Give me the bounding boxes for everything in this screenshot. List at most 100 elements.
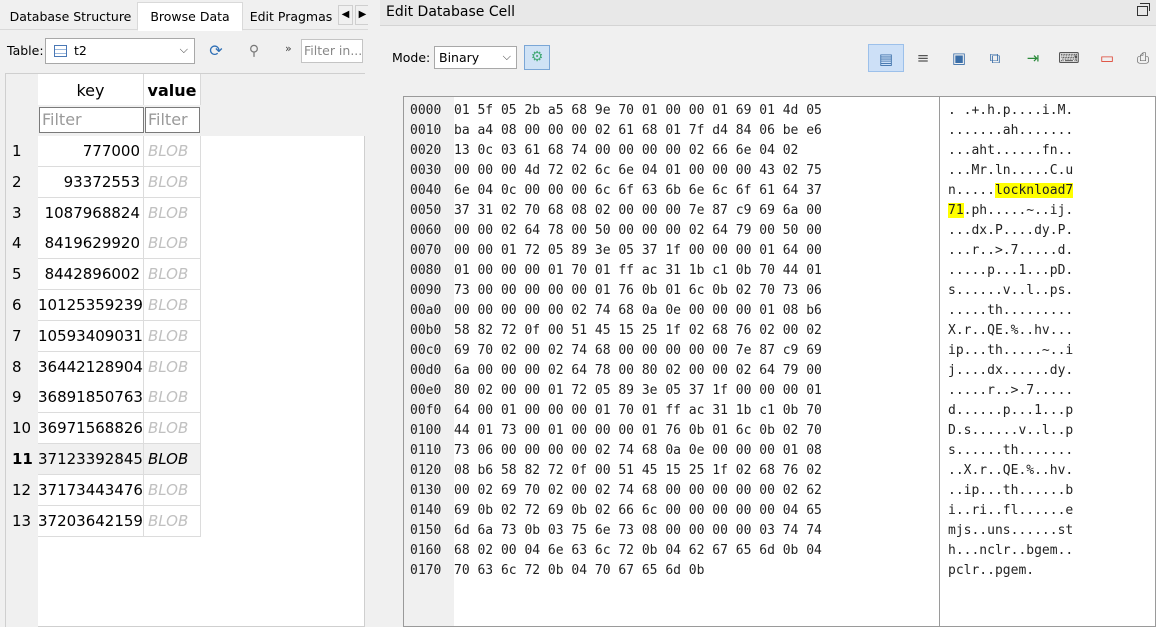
- hex-row[interactable]: 0080 01 00 00 00 01 70 01 ff ac 31 1b c1 …: [410, 261, 934, 281]
- ascii-row[interactable]: i..ri..fl......e: [948, 501, 1073, 521]
- hex-bytes[interactable]: 13 0c 03 61 68 74 00 00 00 00 02 66 6e 0…: [454, 141, 934, 161]
- word-wrap-icon[interactable]: ▤: [868, 44, 904, 72]
- value-cell[interactable]: BLOB: [144, 259, 201, 291]
- hex-row[interactable]: 0040 6e 04 0c 00 00 00 6c 6f 63 6b 6e 6c …: [410, 181, 934, 201]
- hex-row[interactable]: 0010 ba a4 08 00 00 00 02 61 68 01 7f d4 …: [410, 121, 934, 141]
- hex-bytes[interactable]: 08 b6 58 82 72 0f 00 51 45 15 25 1f 02 6…: [454, 461, 934, 481]
- hex-row[interactable]: 0100 44 01 73 00 01 00 00 00 01 76 0b 01 …: [410, 421, 934, 441]
- import-icon[interactable]: ▣: [946, 44, 972, 72]
- table-row[interactable]: 12 37173443476 BLOB: [6, 474, 201, 506]
- key-cell[interactable]: 37203642159: [38, 505, 144, 537]
- row-number[interactable]: 12: [6, 474, 38, 506]
- ascii-row[interactable]: ip...th.....~..i: [948, 341, 1073, 361]
- hex-row[interactable]: 0000 01 5f 05 2b a5 68 9e 70 01 00 00 01 …: [410, 101, 934, 121]
- key-cell[interactable]: 1087968824: [38, 197, 144, 229]
- key-cell[interactable]: 93372553: [38, 166, 144, 198]
- ascii-row[interactable]: .....th.........: [948, 301, 1073, 321]
- pane-splitter[interactable]: [368, 0, 375, 627]
- hex-row[interactable]: 0030 00 00 00 4d 72 02 6c 6e 04 01 00 00 …: [410, 161, 934, 181]
- value-cell[interactable]: BLOB: [144, 320, 201, 352]
- hex-row[interactable]: 0140 69 0b 02 72 69 0b 02 66 6c 00 00 00 …: [410, 501, 934, 521]
- row-number[interactable]: 4: [6, 228, 38, 260]
- table-row[interactable]: 2 93372553 BLOB: [6, 166, 201, 198]
- auto-format-icon[interactable]: ≡: [910, 44, 936, 72]
- hex-bytes[interactable]: 73 00 00 00 00 00 01 76 0b 01 6c 0b 02 7…: [454, 281, 934, 301]
- clear-icon[interactable]: ▭: [1094, 44, 1120, 72]
- hex-bytes[interactable]: 58 82 72 0f 00 51 45 15 25 1f 02 68 76 0…: [454, 321, 934, 341]
- hex-bytes[interactable]: 6d 6a 73 0b 03 75 6e 73 08 00 00 00 00 0…: [454, 521, 934, 541]
- hex-bytes[interactable]: 37 31 02 70 68 08 02 00 00 00 7e 87 c9 6…: [454, 201, 934, 221]
- value-cell[interactable]: BLOB: [144, 444, 201, 475]
- hex-bytes[interactable]: 01 00 00 00 01 70 01 ff ac 31 1b c1 0b 7…: [454, 261, 934, 281]
- key-cell[interactable]: 8442896002: [38, 259, 144, 291]
- value-cell[interactable]: BLOB: [144, 351, 201, 383]
- ascii-row[interactable]: s......th.......: [948, 441, 1073, 461]
- hex-bytes[interactable]: 00 00 02 64 78 00 50 00 00 00 02 64 79 0…: [454, 221, 934, 241]
- table-row[interactable]: 6 10125359239 BLOB: [6, 290, 201, 321]
- tab-edit-pragmas[interactable]: Edit Pragmas: [244, 2, 338, 30]
- hex-row[interactable]: 0170 70 63 6c 72 0b 04 70 67 65 6d 0b: [410, 561, 934, 581]
- key-cell[interactable]: 37173443476: [38, 474, 144, 506]
- ascii-row[interactable]: pclr..pgem.: [948, 561, 1034, 581]
- hex-bytes[interactable]: 64 00 01 00 00 00 01 70 01 ff ac 31 1b c…: [454, 401, 934, 421]
- auto-switch-mode-icon[interactable]: ⚙: [524, 45, 550, 70]
- ascii-row[interactable]: .......ah.......: [948, 121, 1073, 141]
- ascii-row[interactable]: ...dx.P....dy.P.: [948, 221, 1073, 241]
- key-cell[interactable]: 8419629920: [38, 228, 144, 260]
- hex-bytes[interactable]: 00 00 00 00 00 02 74 68 0a 0e 00 00 00 0…: [454, 301, 934, 321]
- row-number[interactable]: 13: [6, 505, 38, 537]
- key-cell[interactable]: 777000: [38, 136, 144, 167]
- row-number[interactable]: 11: [6, 444, 38, 475]
- value-cell[interactable]: BLOB: [144, 290, 201, 321]
- ascii-row[interactable]: s......v..l..ps.: [948, 281, 1073, 301]
- value-cell[interactable]: BLOB: [144, 474, 201, 506]
- hex-row[interactable]: 00e0 80 02 00 00 01 72 05 89 3e 05 37 1f …: [410, 381, 934, 401]
- table-row[interactable]: 10 36971568826 BLOB: [6, 413, 201, 445]
- ascii-row[interactable]: D.s......v..l..p: [948, 421, 1073, 441]
- tab-scroll-left-icon[interactable]: ◀: [338, 5, 353, 25]
- hex-row[interactable]: 00c0 69 70 02 00 02 74 68 00 00 00 00 00 …: [410, 341, 934, 361]
- hex-row[interactable]: 0110 73 06 00 00 00 00 02 74 68 0a 0e 00 …: [410, 441, 934, 461]
- hex-editor[interactable]: 0000 01 5f 05 2b a5 68 9e 70 01 00 00 01 …: [403, 96, 1156, 627]
- hex-row[interactable]: 00b0 58 82 72 0f 00 51 45 15 25 1f 02 68 …: [410, 321, 934, 341]
- ascii-row[interactable]: ...Mr.ln.....C.u: [948, 161, 1073, 181]
- ascii-row[interactable]: ..ip...th......b: [948, 481, 1073, 501]
- key-filter-input[interactable]: Filter: [39, 107, 144, 133]
- key-cell[interactable]: 36971568826: [38, 413, 144, 445]
- key-cell[interactable]: 36442128904: [38, 351, 144, 383]
- hex-row[interactable]: 0050 37 31 02 70 68 08 02 00 00 00 7e 87 …: [410, 201, 934, 221]
- table-row[interactable]: 7 10593409031 BLOB: [6, 320, 201, 352]
- key-cell[interactable]: 10593409031: [38, 320, 144, 352]
- hex-bytes[interactable]: 80 02 00 00 01 72 05 89 3e 05 37 1f 00 0…: [454, 381, 934, 401]
- row-number[interactable]: 9: [6, 382, 38, 414]
- mode-selector[interactable]: Binary ⌵: [434, 46, 517, 69]
- row-number[interactable]: 6: [6, 290, 38, 321]
- value-cell[interactable]: BLOB: [144, 413, 201, 445]
- column-header-value[interactable]: value: [144, 74, 201, 105]
- hex-bytes[interactable]: 00 02 69 70 02 00 02 74 68 00 00 00 00 0…: [454, 481, 934, 501]
- ascii-row[interactable]: mjs..uns......st: [948, 521, 1073, 541]
- ascii-row[interactable]: d......p...1...p: [948, 401, 1073, 421]
- row-number[interactable]: 3: [6, 197, 38, 229]
- hex-bytes[interactable]: 6a 00 00 00 02 64 78 00 80 02 00 00 02 6…: [454, 361, 934, 381]
- hex-row[interactable]: 0130 00 02 69 70 02 00 02 74 68 00 00 00 …: [410, 481, 934, 501]
- value-cell[interactable]: BLOB: [144, 166, 201, 198]
- apply-icon[interactable]: ⌨: [1056, 44, 1082, 72]
- hex-row[interactable]: 0090 73 00 00 00 00 00 01 76 0b 01 6c 0b …: [410, 281, 934, 301]
- key-cell[interactable]: 10125359239: [38, 290, 144, 321]
- table-row[interactable]: 13 37203642159 BLOB: [6, 505, 201, 537]
- hex-row[interactable]: 0070 00 00 01 72 05 89 3e 05 37 1f 00 00 …: [410, 241, 934, 261]
- ascii-row[interactable]: n.....locknload7: [948, 181, 1074, 201]
- row-number[interactable]: 2: [6, 166, 38, 198]
- row-number[interactable]: 10: [6, 413, 38, 445]
- print-icon[interactable]: ⎙: [1130, 44, 1156, 72]
- table-row[interactable]: 1 777000 BLOB: [6, 136, 201, 167]
- ascii-row[interactable]: . .+.h.p....i.M.: [948, 101, 1073, 121]
- key-cell[interactable]: 37123392845: [38, 444, 144, 475]
- hex-row[interactable]: 00d0 6a 00 00 00 02 64 78 00 80 02 00 00 …: [410, 361, 934, 381]
- ascii-row[interactable]: .....p...1...pD.: [948, 261, 1073, 281]
- refresh-icon[interactable]: ⟳: [206, 41, 226, 61]
- undock-icon[interactable]: [1137, 3, 1150, 16]
- hex-row[interactable]: 0020 13 0c 03 61 68 74 00 00 00 00 02 66 …: [410, 141, 934, 161]
- ascii-row[interactable]: 71.ph.....~..ij.: [948, 201, 1073, 221]
